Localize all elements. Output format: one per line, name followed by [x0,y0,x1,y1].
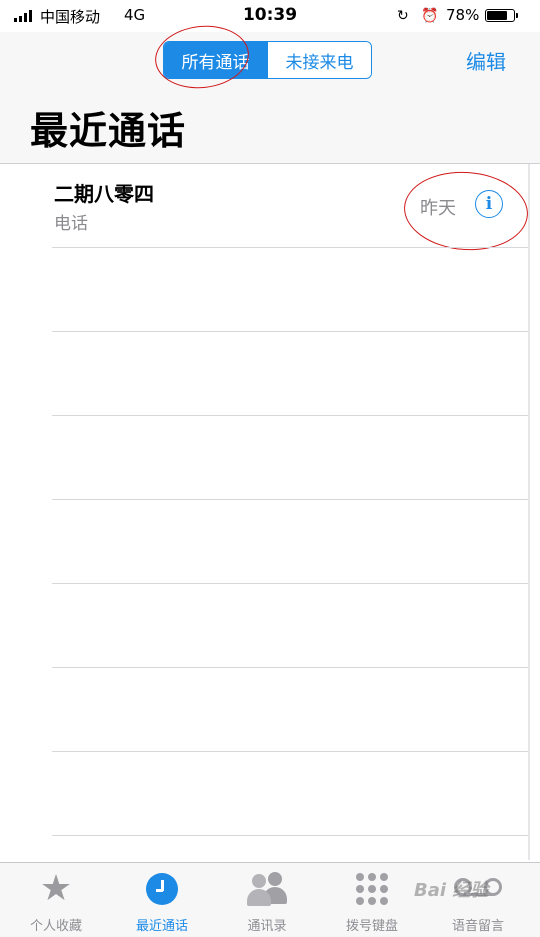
call-row[interactable]: 二期八零四 电话 昨天 i [0,164,540,248]
recent-calls-list: 二期八零四 电话 昨天 i [0,164,540,860]
battery-percent: 78% [446,6,480,24]
tab-recents[interactable]: 最近通话 [108,863,216,937]
clock-icon [146,873,178,905]
row-separator [52,415,528,416]
tab-label: 通讯录 [247,919,287,934]
tab-label: 拨号键盘 [345,919,398,934]
contacts-icon [245,872,289,906]
rotation-lock-icon: ↻ [397,8,409,24]
star-icon: ★ [39,868,73,909]
battery-icon [485,9,518,22]
tab-keypad[interactable]: 拨号键盘 [318,863,426,937]
segment-missed-calls[interactable]: 未接来电 [267,42,371,78]
tab-label: 最近通话 [135,919,188,934]
segment-all-calls[interactable]: 所有通话 [164,42,267,78]
tab-favorites[interactable]: ★ 个人收藏 [2,863,110,937]
page-title: 最近通话 [30,109,187,153]
info-icon[interactable]: i [475,190,503,218]
row-separator [52,331,528,332]
watermark: Bai 经验 [414,880,489,901]
keypad-icon [356,873,388,905]
call-filter-segmented-control[interactable]: 所有通话 未接来电 [163,41,372,79]
row-separator [52,751,528,752]
call-contact-name: 二期八零四 [54,182,154,206]
alarm-icon: ⏰ [421,8,439,24]
call-date: 昨天 [420,198,456,219]
row-separator [52,499,528,500]
tab-label: 个人收藏 [29,919,82,934]
tab-label: 语音留言 [451,919,504,934]
list-right-edge [528,164,530,860]
row-separator [52,667,528,668]
status-bar: 中国移动 4G 10:39 ↻ ⏰ 78% [0,0,540,32]
navigation-header: 所有通话 未接来电 编辑 最近通话 [0,32,540,164]
row-separator [52,247,528,248]
call-type-label: 电话 [54,214,88,234]
row-separator [52,583,528,584]
tab-contacts[interactable]: 通讯录 [213,863,321,937]
row-separator [52,835,528,836]
edit-button[interactable]: 编辑 [466,46,506,75]
